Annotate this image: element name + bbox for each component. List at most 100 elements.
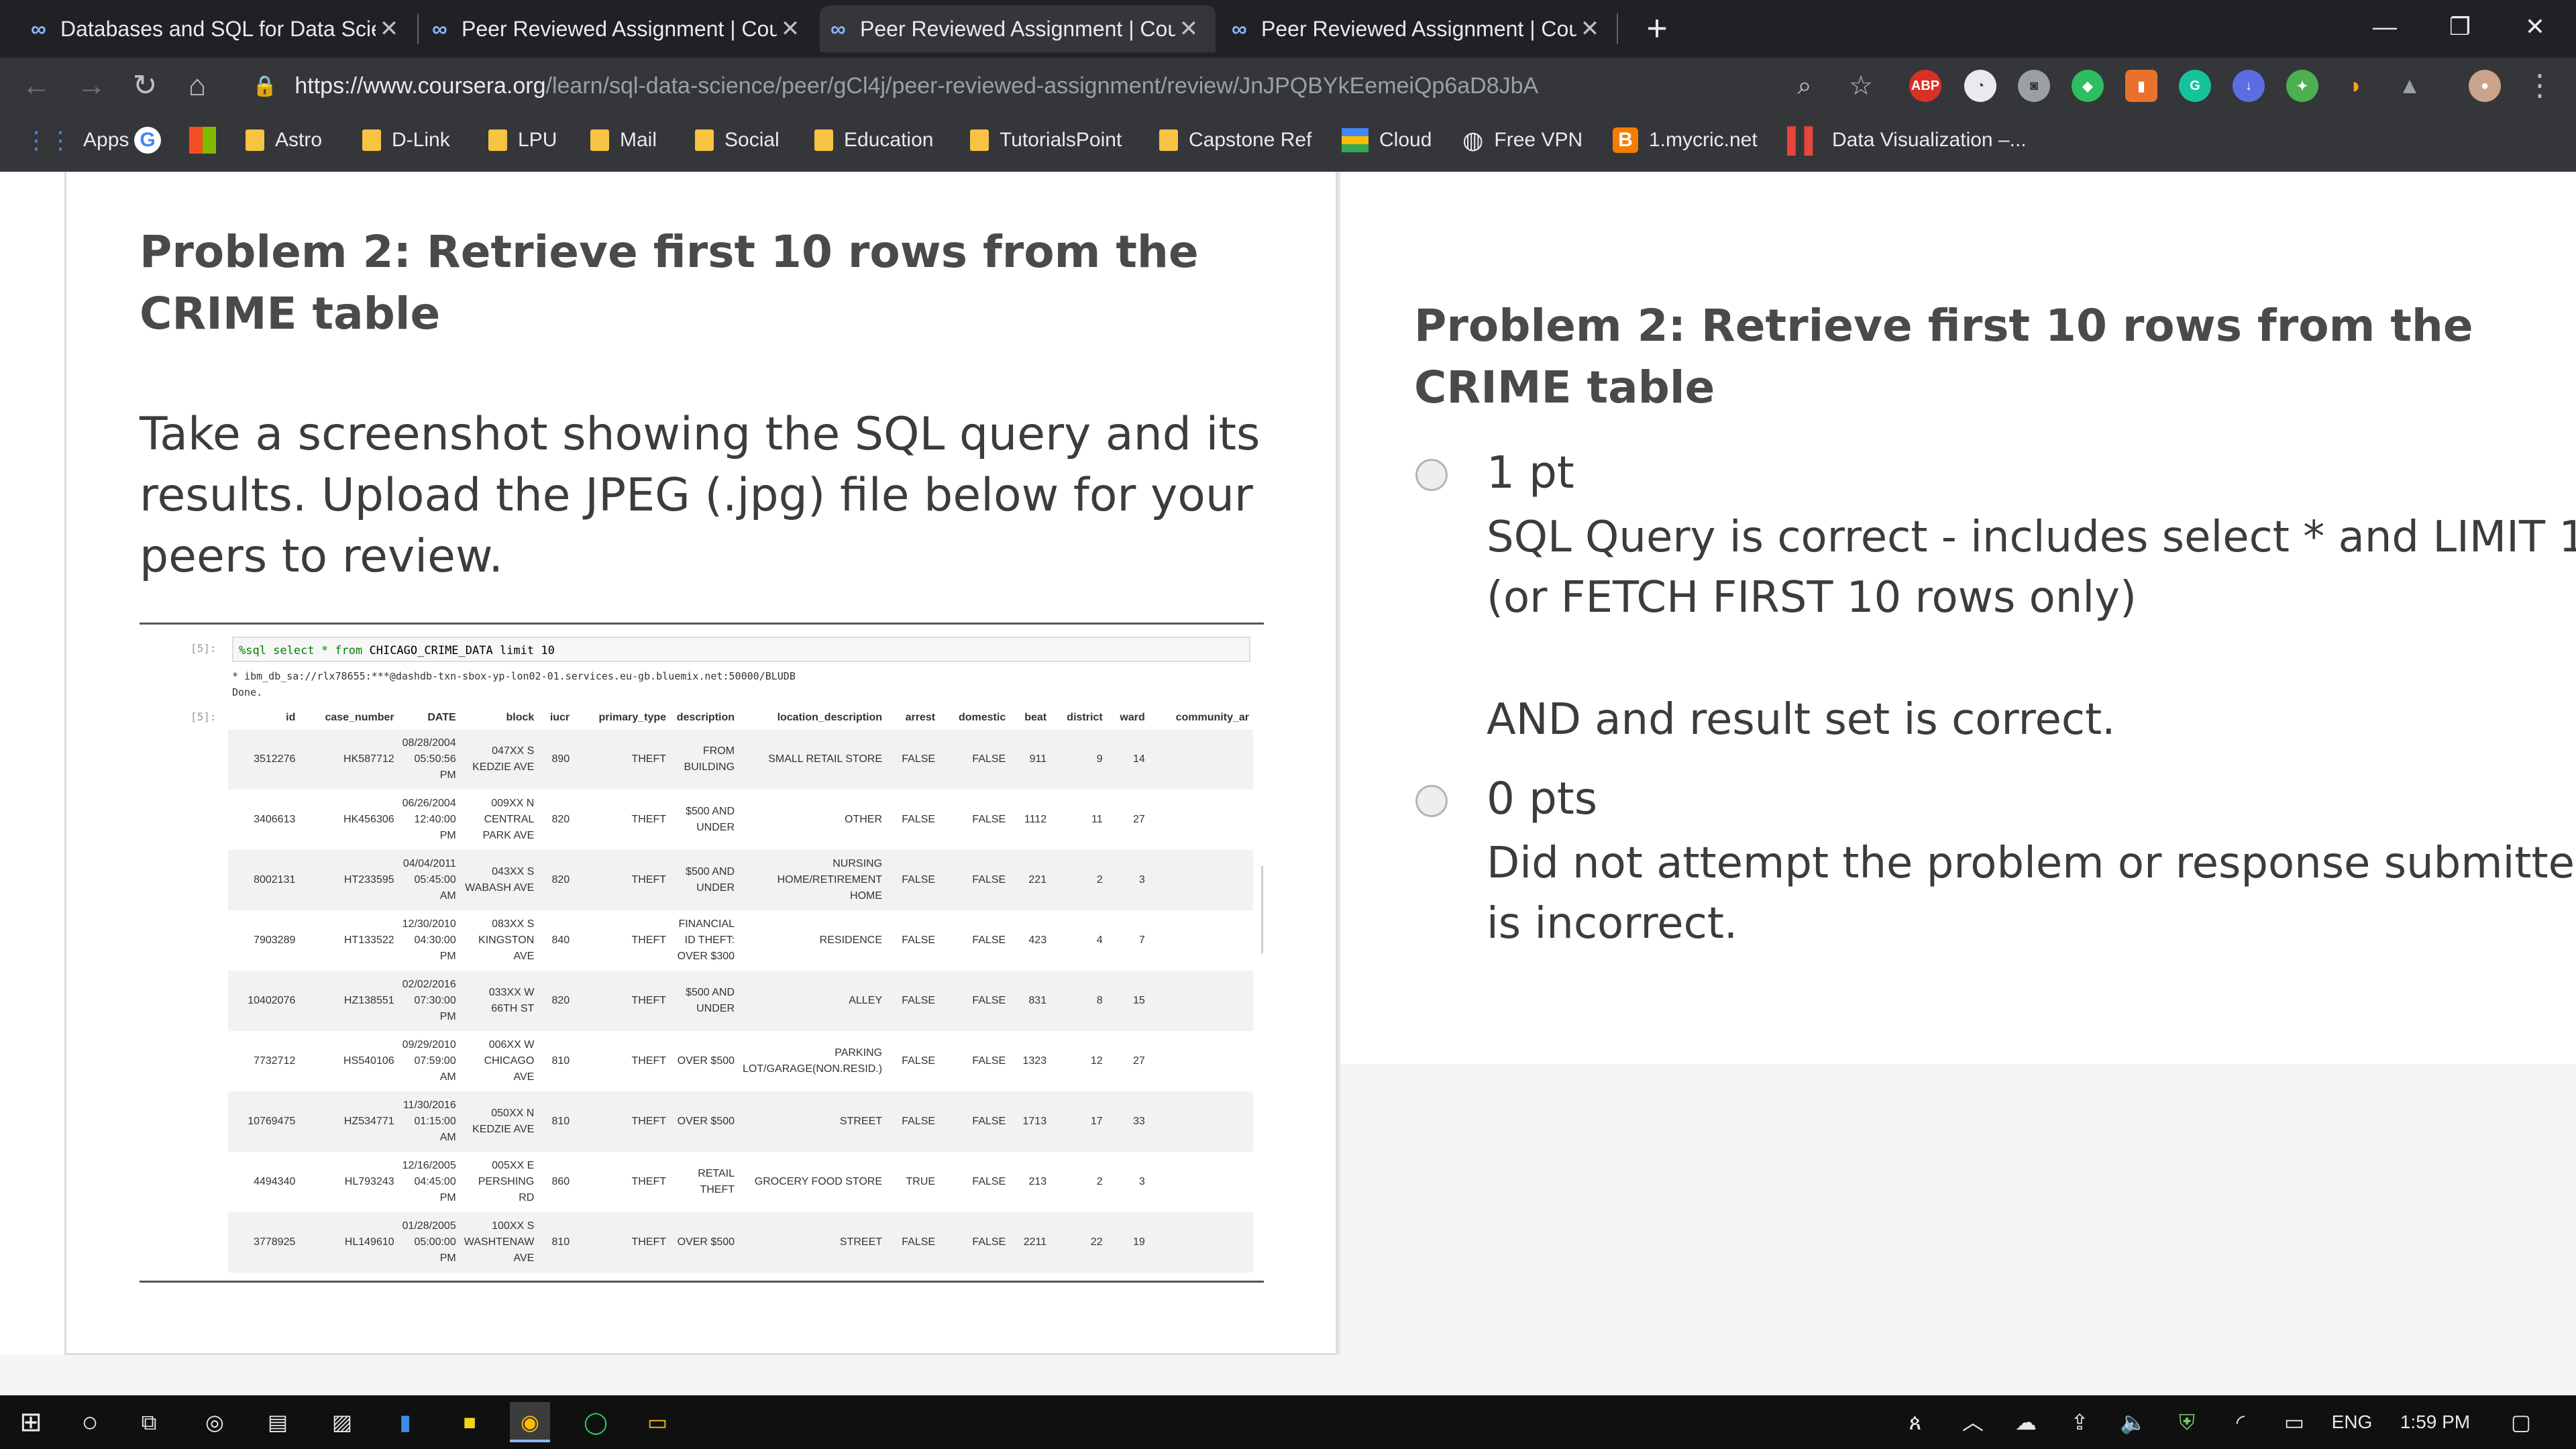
- battery-icon[interactable]: ▭: [2274, 1402, 2314, 1442]
- address-bar[interactable]: 🔒 https://www.coursera.org/learn/sql-dat…: [235, 64, 1831, 107]
- close-window-button[interactable]: ✕: [2498, 0, 2572, 54]
- minimize-button[interactable]: —: [2348, 0, 2422, 54]
- option-points: 1 pt: [1487, 447, 1574, 498]
- table-cell: HZ138551: [299, 971, 398, 1031]
- notifications-icon[interactable]: ▢: [2501, 1402, 2541, 1442]
- url-text[interactable]: https://www.coursera.org/learn/sql-data-…: [294, 73, 1538, 99]
- camera-extension-icon[interactable]: ◙: [2018, 70, 2050, 102]
- close-tab-icon[interactable]: ✕: [777, 15, 804, 42]
- search-icon[interactable]: ○: [70, 1402, 110, 1442]
- table-cell: THEFT: [574, 1212, 671, 1273]
- table-cell: 9: [1051, 729, 1107, 790]
- back-icon[interactable]: ←: [16, 67, 56, 105]
- windows-start-icon[interactable]: ⊞: [11, 1402, 51, 1442]
- media-app-icon[interactable]: ◎: [195, 1402, 235, 1442]
- bookmark-apps[interactable]: ⋮⋮ Apps: [24, 123, 129, 157]
- bookmark-microsoft[interactable]: [189, 123, 216, 157]
- bookmark-label: Free VPN: [1494, 129, 1583, 151]
- column-header: primary_type: [598, 712, 667, 723]
- colorful-extension-icon[interactable]: ✦: [2286, 70, 2318, 102]
- column-header: description: [676, 712, 735, 723]
- table-cell: HK587712: [299, 729, 398, 790]
- bar-chart-icon: ▌▌: [1787, 126, 1822, 154]
- close-tab-icon[interactable]: ✕: [1175, 15, 1202, 42]
- bookmark-label: Mail: [620, 129, 657, 151]
- table-cell: [1149, 1152, 1253, 1212]
- table-cell: SMALL RETAIL STORE: [739, 729, 887, 790]
- bookmark-capstone[interactable]: Capstone Ref: [1159, 123, 1311, 157]
- spotify-like-icon[interactable]: ◯: [576, 1402, 616, 1442]
- task-view-icon[interactable]: ⧉: [129, 1402, 169, 1442]
- home-icon[interactable]: ⌂: [177, 67, 217, 105]
- office-extension-icon[interactable]: ▮: [2125, 70, 2157, 102]
- bookmark-star-icon[interactable]: ☆: [1841, 67, 1881, 105]
- onedrive-icon[interactable]: ☁: [2006, 1402, 2046, 1442]
- download-extension-icon[interactable]: ↓: [2233, 70, 2265, 102]
- flame-extension-icon[interactable]: ◗: [2340, 70, 2372, 102]
- forward-icon[interactable]: →: [71, 67, 111, 105]
- table-cell: GROCERY FOOD STORE: [754, 1176, 883, 1187]
- bookmark-cloud[interactable]: Cloud: [1342, 123, 1432, 157]
- phone-app-icon[interactable]: ▮: [385, 1402, 425, 1442]
- clock[interactable]: 1:59 PM: [2388, 1402, 2482, 1442]
- people-icon[interactable]: ጰ: [1898, 1402, 1932, 1442]
- adblock-icon[interactable]: ABP: [1909, 70, 1941, 102]
- close-tab-icon[interactable]: ✕: [1576, 15, 1603, 42]
- photos-icon[interactable]: ▨: [322, 1402, 362, 1442]
- output-prompt: [5]:: [191, 710, 217, 723]
- new-tab-button[interactable]: +: [1637, 8, 1677, 48]
- evernote-icon[interactable]: ◆: [2072, 70, 2104, 102]
- tab-peer-review-1[interactable]: ∞ Peer Reviewed Assignment | Cou ✕: [421, 5, 810, 52]
- table-cell: 810: [538, 1091, 574, 1152]
- bookmark-label: Cloud: [1379, 129, 1432, 151]
- bookmark-google[interactable]: G: [134, 123, 161, 157]
- table-cell: 8: [1051, 971, 1107, 1031]
- table-cell: $500 AND UNDER: [686, 806, 735, 833]
- volume-icon[interactable]: 🔈: [2113, 1402, 2153, 1442]
- bookmark-mycric[interactable]: B 1.mycric.net: [1613, 123, 1758, 157]
- table-cell: 1112: [1024, 814, 1047, 825]
- bookmark-education[interactable]: Education: [814, 123, 933, 157]
- table-cell: THEFT: [574, 1091, 671, 1152]
- scrollbar[interactable]: [1261, 866, 1263, 953]
- security-shield-icon[interactable]: ⛨: [2167, 1402, 2207, 1442]
- reload-icon[interactable]: ↻: [125, 67, 165, 105]
- show-hidden-icons[interactable]: ︿: [1956, 1402, 1990, 1442]
- radio-1pt[interactable]: [1415, 459, 1448, 491]
- sticky-notes-icon[interactable]: ■: [449, 1402, 490, 1442]
- bookmark-dlink[interactable]: D-Link: [362, 123, 450, 157]
- grammarly-icon[interactable]: G: [2179, 70, 2211, 102]
- chrome-taskbar-icon[interactable]: ◉: [510, 1402, 550, 1442]
- tab-peer-review-3[interactable]: ∞ Peer Reviewed Assignment | Cou ✕: [1221, 5, 1610, 52]
- radio-0pts[interactable]: [1415, 785, 1448, 817]
- table-row: 7732712 HS540106 09/29/2010 07:59:00 AM 006…: [228, 1031, 1253, 1091]
- bookmark-mail[interactable]: Mail: [590, 123, 657, 157]
- results-table: id case_number DATE block iucr primary_type de…: [228, 706, 1253, 1273]
- language-indicator[interactable]: ENG: [2325, 1402, 2379, 1442]
- table-cell: 2: [1051, 850, 1107, 910]
- tab-databases[interactable]: ∞ Databases and SQL for Data Scie ✕: [20, 5, 409, 52]
- bookmark-astro[interactable]: Astro: [246, 123, 322, 157]
- profile-avatar[interactable]: ●: [2469, 70, 2501, 102]
- table-cell: OVER $500: [670, 1212, 739, 1273]
- table-cell: FROM BUILDING: [670, 729, 739, 790]
- speed-extension-icon[interactable]: ◔: [1964, 70, 1996, 102]
- file-explorer-icon[interactable]: ▭: [637, 1402, 678, 1442]
- drive-extension-icon[interactable]: ▲: [2394, 70, 2426, 102]
- tab-peer-review-active[interactable]: ∞ Peer Reviewed Assignment | Cou ✕: [820, 5, 1216, 52]
- close-tab-icon[interactable]: ✕: [376, 15, 402, 42]
- zoom-icon[interactable]: ⌕: [1784, 67, 1825, 105]
- cloud-upload-icon[interactable]: ⇪: [2059, 1402, 2100, 1442]
- folder-icon: [590, 129, 609, 151]
- rubric-title: Problem 2: Retrieve first 10 rows from t…: [1414, 300, 2473, 413]
- bookmark-data-visualization[interactable]: ▌▌ Data Visualization –...: [1787, 123, 2027, 157]
- table-cell: 27: [1132, 814, 1145, 825]
- bookmark-lpu[interactable]: LPU: [488, 123, 557, 157]
- restore-button[interactable]: ❐: [2423, 0, 2497, 54]
- chrome-menu-icon[interactable]: ⋮: [2520, 67, 2560, 105]
- video-editor-icon[interactable]: ▤: [258, 1402, 298, 1442]
- bookmark-free-vpn[interactable]: ◍ Free VPN: [1462, 123, 1582, 157]
- bookmark-tutorialspoint[interactable]: TutorialsPoint: [970, 123, 1122, 157]
- wifi-icon[interactable]: ◜: [2220, 1402, 2261, 1442]
- bookmark-social[interactable]: Social: [695, 123, 780, 157]
